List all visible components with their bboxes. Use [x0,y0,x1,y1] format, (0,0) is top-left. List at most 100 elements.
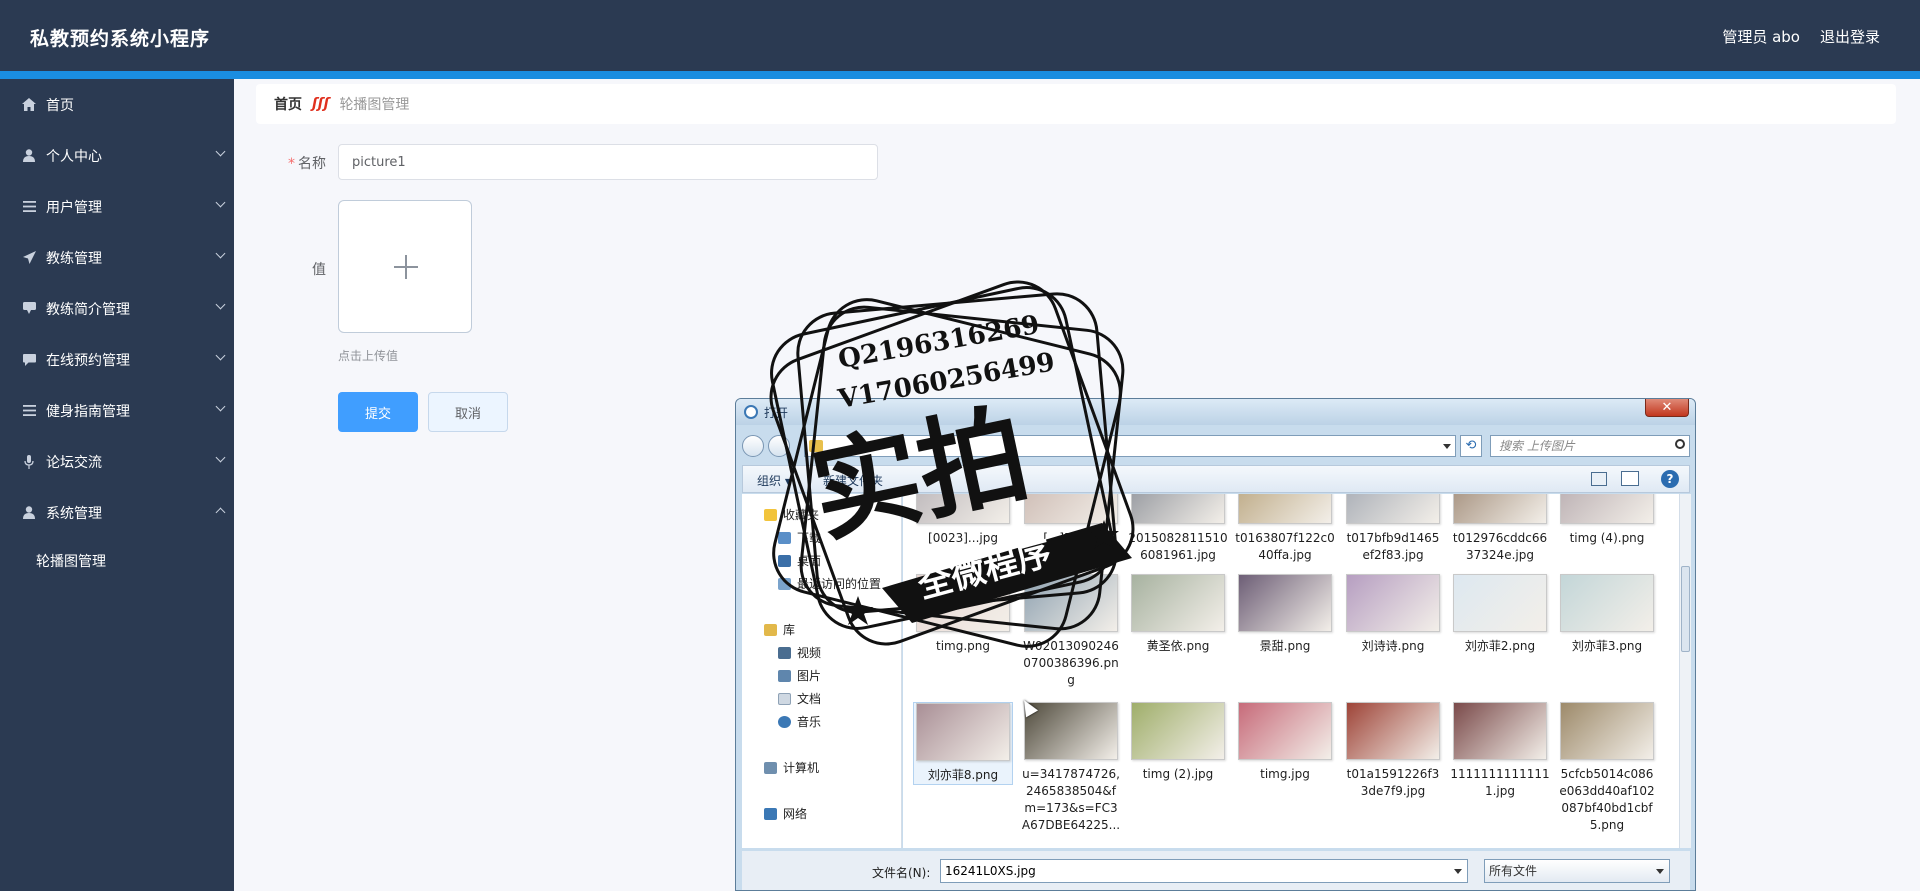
file-name: timg.jpg [1260,767,1310,781]
tree-item-desktop[interactable]: 桌面 [778,552,821,569]
file-item[interactable]: timg.png [913,574,1013,655]
send-icon [22,251,36,265]
chevron-down-icon [215,401,226,412]
sidebar-item-coach-management[interactable]: 教练管理 [0,232,234,283]
view-options-icon[interactable] [1591,472,1607,486]
dialog-titlebar[interactable]: 打开 ✕ [736,399,1695,425]
documents-icon [778,692,791,705]
forward-button[interactable] [768,435,790,457]
chevron-down-icon [215,452,226,463]
name-input[interactable] [338,144,878,180]
search-input[interactable]: 搜索 上传图片 [1490,435,1690,457]
file-item[interactable]: 刘亦菲3.png [1557,574,1657,655]
new-folder-button[interactable]: 新建文件夹 [823,472,883,489]
sidebar: 首页 个人中心 用户管理 教练管理 教练简介管理 在线预约管理 健身指南管理 论… [0,79,234,891]
tree-item-music[interactable]: 音乐 [778,713,821,730]
file-thumbnail [1453,702,1547,760]
file-item[interactable]: 5cfcb5014c086e063dd40af102087bf40bd1cbf5… [1557,702,1657,834]
back-button[interactable] [742,435,764,457]
header-accent-line [0,71,1920,79]
file-name: t012976cddc6637324e.jpg [1452,531,1548,562]
sidebar-item-personal-center[interactable]: 个人中心 [0,130,234,181]
file-thumbnail [1453,574,1547,632]
breadcrumb: 首页 ʃʃʃ 轮播图管理 [256,84,1896,124]
file-item[interactable]: W020130902460700386396.png [1021,574,1121,689]
sidebar-item-online-booking-management[interactable]: 在线预约管理 [0,334,234,385]
tree-item-libraries[interactable]: 库 [764,621,795,638]
sidebar-item-fitness-guide-management[interactable]: 健身指南管理 [0,385,234,436]
chevron-down-icon [215,197,226,208]
sidebar-item-label: 系统管理 [46,505,102,522]
filename-input[interactable]: 16241L0XS.jpg [940,859,1468,883]
tree-item-network[interactable]: 网络 [764,805,807,822]
file-item[interactable]: 景甜.png [1235,574,1335,655]
filename-label: 文件名(N): [872,866,931,880]
file-item[interactable]: timg.jpg [1235,702,1335,783]
file-item[interactable]: 刘亦菲2.png [1450,574,1550,655]
file-name: W020130902460700386396.png [1023,639,1119,687]
star-icon [764,508,777,521]
file-item[interactable]: t017bfb9d1465ef2f83.jpg [1343,494,1443,564]
file-thumbnail [1560,494,1654,524]
organize-menu[interactable]: 组织 ▾ [757,472,791,489]
file-item[interactable]: t0163807f122c040ffa.jpg [1235,494,1335,564]
search-icon [1675,439,1685,449]
window-icon [744,405,758,419]
dialog-footer: 文件名(N): 16241L0XS.jpg 所有文件 [742,851,1690,890]
sidebar-item-user-management[interactable]: 用户管理 [0,181,234,232]
tree-item-documents[interactable]: 文档 [778,690,821,707]
tree-item-recent-places[interactable]: 最近访问的位置 [778,575,881,592]
chevron-down-icon [215,299,226,310]
filetype-select[interactable]: 所有文件 [1484,859,1670,883]
file-thumbnail [1024,574,1118,632]
file-item[interactable]: timg (4).png [1557,494,1657,547]
chevron-up-icon [215,507,226,518]
file-item[interactable]: timg (2).jpg [1128,702,1228,783]
sidebar-subitem-carousel-management[interactable]: 轮播图管理 [0,538,234,584]
file-thumbnail [1560,574,1654,632]
file-thumbnail [1346,574,1440,632]
path-box[interactable] [804,435,1456,457]
sidebar-item-system-management[interactable]: 系统管理 [0,487,234,538]
scrollbar-thumb[interactable] [1681,566,1690,652]
file-item[interactable]: 刘亦菲8.png [913,702,1013,785]
file-scrollbar[interactable] [1679,494,1691,848]
image-upload-box[interactable] [338,200,472,333]
help-icon[interactable]: ? [1661,470,1679,488]
file-item[interactable]: 11111111111111.jpg [1450,702,1550,800]
sidebar-item-coach-intro-management[interactable]: 教练简介管理 [0,283,234,334]
breadcrumb-home[interactable]: 首页 [274,94,302,114]
sidebar-item-forum[interactable]: 论坛交流 [0,436,234,487]
file-name: 11111111111111.jpg [1450,767,1550,798]
sidebar-item-home[interactable]: 首页 [0,79,234,130]
tree-item-pictures[interactable]: 图片 [778,667,821,684]
cancel-button[interactable]: 取消 [428,392,508,432]
file-item[interactable]: u=3417874726,2465838504&fm=173&s=FC3A67D… [1021,702,1121,834]
tree-item-computer[interactable]: 计算机 [764,759,819,776]
tree-item-videos[interactable]: 视频 [778,644,821,661]
tree-item-downloads[interactable]: 下载 [778,529,821,546]
file-name: 刘亦菲8.png [927,768,999,782]
logout-link[interactable]: 退出登录 [1820,26,1880,47]
preview-pane-icon[interactable] [1621,471,1639,486]
file-item[interactable]: 刘诗诗.png [1343,574,1443,655]
sidebar-item-label: 个人中心 [46,148,102,165]
file-item[interactable]: 20150828115106081961.jpg [1128,494,1228,564]
value-label: 值 [312,262,326,278]
sidebar-item-label: 轮播图管理 [36,554,106,570]
file-item[interactable]: 黄圣依.png [1128,574,1228,655]
file-name: [0023]...jpg [928,531,998,545]
file-item[interactable]: [...]5].jpg [1021,494,1121,547]
submit-button[interactable]: 提交 [338,392,418,432]
file-thumbnail [1024,702,1118,760]
file-name: t01a1591226f33de7f9.jpg [1346,767,1440,798]
refresh-icon[interactable]: ⟲ [1460,435,1482,457]
chat-icon [22,353,36,367]
plus-icon [394,255,418,279]
file-item[interactable]: [0023]...jpg [913,494,1013,547]
dialog-title: 打开 [764,406,789,420]
tree-item-favorites[interactable]: 收藏夹 [764,506,819,523]
file-item[interactable]: t01a1591226f33de7f9.jpg [1343,702,1443,800]
file-item[interactable]: t012976cddc6637324e.jpg [1450,494,1550,564]
dialog-close-button[interactable]: ✕ [1645,399,1689,417]
